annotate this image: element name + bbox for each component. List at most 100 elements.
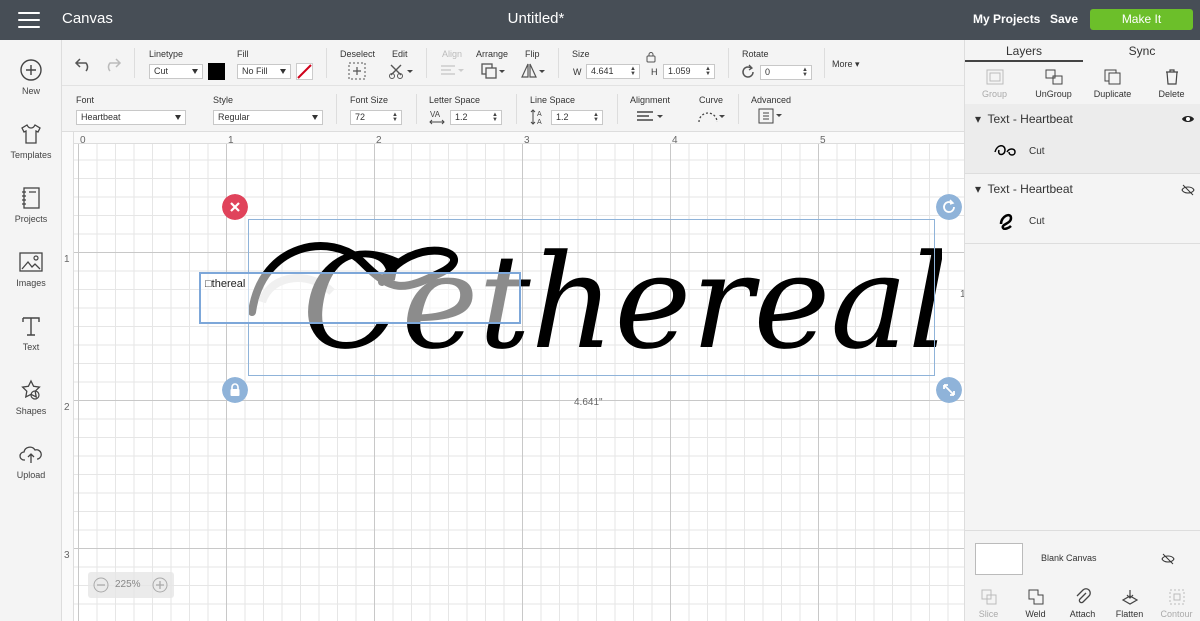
blank-canvas-swatch[interactable]: [975, 543, 1023, 575]
ruler-mark: 1: [228, 135, 234, 146]
blank-canvas-label: Blank Canvas: [1041, 553, 1097, 563]
text-toolbar: Font Heartbeat Style Regular Font Size 7…: [62, 86, 964, 132]
weld-button[interactable]: Weld: [1012, 588, 1059, 619]
more-menu[interactable]: More ▾: [832, 59, 860, 70]
line-space-icon: AA: [530, 109, 542, 126]
duplicate-button[interactable]: Duplicate: [1083, 68, 1142, 99]
style-select[interactable]: Regular: [213, 110, 323, 125]
height-label: H: [651, 67, 658, 77]
sidebar-item-label: New: [21, 86, 40, 96]
sidebar-item-text[interactable]: Text: [0, 314, 62, 370]
linetype-select[interactable]: Cut: [149, 64, 203, 79]
letter-space-input[interactable]: 1.2 ▲ ▼: [450, 110, 502, 125]
sidebar-item-projects[interactable]: Projects: [0, 186, 62, 242]
layer-item[interactable]: ▾ Text - Heartbeat Cut: [965, 104, 1200, 174]
edit-label: Edit: [392, 49, 408, 59]
document-title[interactable]: Untitled*: [0, 10, 1072, 27]
layer-thumbnail: [999, 213, 1013, 230]
tab-sync[interactable]: Sync: [1083, 40, 1200, 62]
ungroup-button[interactable]: UnGroup: [1024, 68, 1083, 99]
sidebar-item-shapes[interactable]: Shapes: [0, 378, 62, 434]
zoom-level: 225%: [115, 579, 141, 590]
caret-down-icon[interactable]: ▾: [975, 182, 981, 196]
layer-item[interactable]: ▾ Text - Heartbeat Cut: [965, 174, 1200, 244]
attach-button[interactable]: Attach: [1059, 588, 1106, 619]
redo-icon[interactable]: [102, 56, 122, 72]
delete-handle-icon[interactable]: [222, 194, 248, 220]
linetype-color-swatch[interactable]: [208, 63, 225, 80]
contour-button[interactable]: Contour: [1153, 588, 1200, 619]
duplicate-label: Duplicate: [1093, 89, 1132, 99]
separator: [558, 48, 559, 78]
rotate-icon: [742, 64, 754, 78]
text-edit-value: thereal: [211, 278, 246, 290]
svg-text:VA: VA: [430, 110, 441, 119]
eye-hidden-icon[interactable]: [1161, 553, 1175, 565]
rotate-input[interactable]: 0 ▲ ▼: [760, 65, 812, 80]
sidebar-item-images[interactable]: Images: [0, 250, 62, 306]
group-label: Group: [981, 89, 1007, 99]
trash-icon: [1165, 69, 1178, 85]
undo-icon[interactable]: [74, 56, 94, 72]
blank-canvas-row[interactable]: Blank Canvas: [965, 530, 1200, 580]
caret-down-icon[interactable]: ▾: [975, 112, 981, 126]
line-space-input[interactable]: 1.2 ▲ ▼: [551, 110, 603, 125]
font-select[interactable]: Heartbeat: [76, 110, 186, 125]
contour-icon: [1169, 589, 1184, 605]
arrange-icon[interactable]: [480, 62, 506, 80]
rotate-handle-icon[interactable]: [936, 194, 962, 220]
fill-label: Fill: [237, 49, 249, 59]
sidebar-item-upload[interactable]: Upload: [0, 442, 62, 498]
align-icon[interactable]: [440, 64, 464, 78]
style-value: Regular: [218, 112, 250, 122]
sidebar-item-templates[interactable]: Templates: [0, 122, 62, 178]
sidebar-item-new[interactable]: New: [0, 58, 62, 114]
flatten-button[interactable]: Flatten: [1106, 588, 1153, 619]
tab-layers[interactable]: Layers: [965, 40, 1083, 62]
curve-icon[interactable]: [698, 110, 726, 124]
advanced-icon[interactable]: [758, 108, 786, 124]
eye-hidden-icon[interactable]: [1181, 184, 1195, 196]
sidebar-item-label: Upload: [16, 470, 46, 480]
left-sidebar: New Templates Projects Images Text Shape…: [0, 40, 62, 621]
slice-label: Slice: [978, 609, 999, 619]
weld-icon: [1028, 589, 1043, 605]
zoom-in-icon[interactable]: [152, 577, 168, 593]
slice-button[interactable]: Slice: [965, 588, 1012, 619]
height-input[interactable]: 1.059 ▲ ▼: [663, 64, 715, 79]
save-button[interactable]: Save: [1050, 12, 1078, 26]
flip-icon[interactable]: [520, 62, 546, 80]
width-input[interactable]: 4.641 ▲ ▼: [586, 64, 640, 79]
my-projects-link[interactable]: My Projects: [973, 12, 1040, 26]
ruler-top: [62, 132, 964, 144]
lock-ratio-icon[interactable]: [645, 51, 657, 63]
edit-scissors-icon[interactable]: [388, 62, 414, 80]
linetype-label: Linetype: [149, 49, 184, 59]
no-fill-swatch-icon[interactable]: [296, 63, 313, 80]
cloud-upload-icon: [19, 446, 42, 463]
layers-panel: Layers Sync Group UnGroup Duplicate Dele…: [964, 40, 1200, 621]
font-size-input[interactable]: 72 ▲ ▼: [350, 110, 402, 125]
make-it-button[interactable]: Make It: [1090, 9, 1193, 30]
delete-label: Delete: [1158, 89, 1185, 99]
delete-button[interactable]: Delete: [1142, 68, 1200, 99]
resize-handle-icon[interactable]: [936, 377, 962, 403]
fill-select[interactable]: No Fill: [237, 64, 291, 79]
layer-title-text: Text - Heartbeat: [987, 112, 1073, 126]
align-label: Align: [442, 49, 463, 59]
eye-icon[interactable]: [1181, 114, 1195, 124]
lock-handle-icon[interactable]: [222, 377, 248, 403]
notebook-icon: [22, 187, 40, 209]
design-canvas[interactable]: 0 1 2 3 4 5 1 2 3 Cethereal □thereal 4.6…: [62, 132, 964, 621]
ruler-mark: 3: [524, 135, 530, 146]
text-align-icon[interactable]: [636, 110, 666, 124]
group-button[interactable]: Group: [965, 68, 1024, 99]
deselect-icon[interactable]: [348, 62, 366, 80]
alignment-label: Alignment: [630, 95, 671, 105]
text-edit-box[interactable]: □thereal: [199, 272, 521, 324]
curve-label: Curve: [699, 95, 724, 105]
letter-space-icon: VA: [429, 110, 445, 125]
ungroup-icon: [1045, 69, 1062, 85]
font-size-label: Font Size: [350, 95, 389, 105]
zoom-out-icon[interactable]: [93, 577, 109, 593]
